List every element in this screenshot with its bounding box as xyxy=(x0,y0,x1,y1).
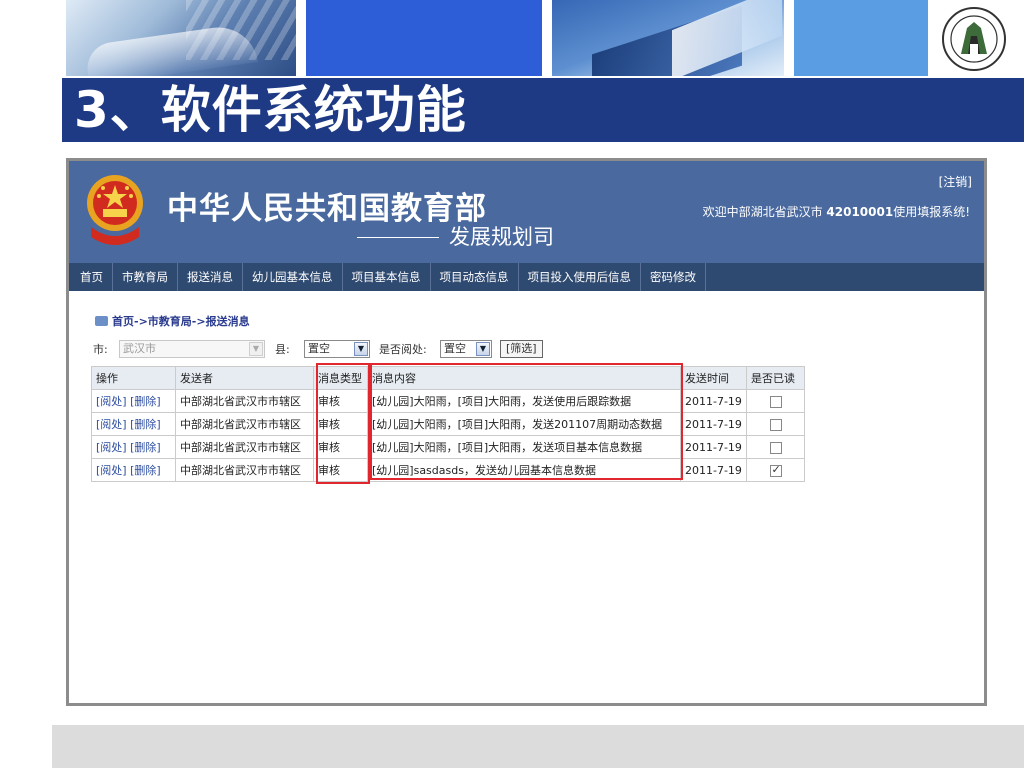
row-actions: [阅处] [删除] xyxy=(91,458,176,482)
content-cell: [幼儿园]大阳雨，[项目]大阳雨，发送使用后跟踪数据 xyxy=(367,389,681,413)
table-row: [阅处] [删除] 中部湖北省武汉市市辖区 审核 [幼儿园]sasdasds，发… xyxy=(91,458,805,482)
sender-cell: 中部湖北省武汉市市辖区 xyxy=(175,435,314,459)
table-row: [阅处] [删除] 中部湖北省武汉市市辖区 审核 [幼儿园]大阳雨，[项目]大阳… xyxy=(91,412,805,436)
col-header-type: 消息类型 xyxy=(313,366,368,390)
read-status-label: 是否阅处: xyxy=(379,343,427,356)
delete-link[interactable]: [删除] xyxy=(130,418,161,431)
col-header-sender: 发送者 xyxy=(175,366,314,390)
county-label: 县: xyxy=(275,343,290,356)
process-link[interactable]: [阅处] xyxy=(96,418,127,431)
nav-menu: 首页 市教育局 报送消息 幼儿园基本信息 项目基本信息 项目动态信息 项目投入使… xyxy=(69,263,706,291)
national-emblem-icon xyxy=(87,175,143,245)
breadcrumb[interactable]: 首页->市教育局->报送消息 xyxy=(95,313,250,329)
department-name: 发展规划司 xyxy=(449,225,554,249)
process-link[interactable]: [阅处] xyxy=(96,395,127,408)
university-seal-icon xyxy=(942,7,1006,71)
department-rule xyxy=(357,237,439,238)
delete-link[interactable]: [删除] xyxy=(130,441,161,454)
col-header-ops: 操作 xyxy=(91,366,176,390)
app-screenshot: 中华人民共和国教育部 发展规划司 [注销] 欢迎中部湖北省武汉市 4201000… xyxy=(66,158,987,706)
nav-item-city-bureau[interactable]: 市教育局 xyxy=(113,263,178,291)
table-row: [阅处] [删除] 中部湖北省武汉市市辖区 审核 [幼儿园]大阳雨，[项目]大阳… xyxy=(91,389,805,413)
type-cell: 审核 xyxy=(313,412,368,436)
chevron-down-icon: ▼ xyxy=(476,342,490,356)
building-photo xyxy=(552,0,784,76)
city-select[interactable]: 武汉市 ▼ xyxy=(119,340,265,358)
time-cell: 2011-7-19 xyxy=(680,435,747,459)
read-cell xyxy=(746,458,805,482)
time-cell: 2011-7-19 xyxy=(680,389,747,413)
keyboard-photo xyxy=(66,0,296,76)
nav-bar: 首页 市教育局 报送消息 幼儿园基本信息 项目基本信息 项目动态信息 项目投入使… xyxy=(69,263,984,291)
read-cell xyxy=(746,435,805,459)
read-checkbox[interactable] xyxy=(769,418,782,431)
welcome-text: 欢迎中部湖北省武汉市 42010001使用填报系统! xyxy=(702,205,970,219)
row-actions: [阅处] [删除] xyxy=(91,412,176,436)
row-actions: [阅处] [删除] xyxy=(91,435,176,459)
logout-link[interactable]: [注销] xyxy=(939,173,972,190)
bottom-band xyxy=(52,725,1024,768)
sender-cell: 中部湖北省武汉市市辖区 xyxy=(175,389,314,413)
read-checkbox[interactable] xyxy=(769,395,782,408)
sky-panel xyxy=(794,0,928,76)
sender-cell: 中部湖北省武汉市市辖区 xyxy=(175,412,314,436)
chevron-down-icon: ▼ xyxy=(354,342,368,356)
city-label: 市: xyxy=(93,343,108,356)
nav-item-project-info[interactable]: 项目基本信息 xyxy=(343,263,431,291)
slide-title: 3、软件系统功能 xyxy=(62,78,612,142)
table-row: [阅处] [删除] 中部湖北省武汉市市辖区 审核 [幼儿园]大阳雨，[项目]大阳… xyxy=(91,435,805,459)
county-select[interactable]: 置空 ▼ xyxy=(304,340,370,358)
sender-cell: 中部湖北省武汉市市辖区 xyxy=(175,458,314,482)
nav-item-password[interactable]: 密码修改 xyxy=(641,263,706,291)
nav-item-messages[interactable]: 报送消息 xyxy=(178,263,243,291)
col-header-content: 消息内容 xyxy=(367,366,681,390)
row-actions: [阅处] [删除] xyxy=(91,389,176,413)
process-link[interactable]: [阅处] xyxy=(96,441,127,454)
nav-item-kindergarten-info[interactable]: 幼儿园基本信息 xyxy=(243,263,343,291)
read-checkbox[interactable] xyxy=(769,463,782,477)
process-link[interactable]: [阅处] xyxy=(96,464,127,477)
content-cell: [幼儿园]sasdasds，发送幼儿园基本信息数据 xyxy=(367,458,681,482)
read-cell xyxy=(746,389,805,413)
chevron-down-icon: ▼ xyxy=(249,342,263,356)
type-cell: 审核 xyxy=(313,435,368,459)
delete-link[interactable]: [删除] xyxy=(130,395,161,408)
content-cell: [幼儿园]大阳雨，[项目]大阳雨，发送201107周期动态数据 xyxy=(367,412,681,436)
delete-link[interactable]: [删除] xyxy=(130,464,161,477)
nav-item-project-dynamics[interactable]: 项目动态信息 xyxy=(431,263,519,291)
content-cell: [幼儿园]大阳雨，[项目]大阳雨，发送项目基本信息数据 xyxy=(367,435,681,459)
time-cell: 2011-7-19 xyxy=(680,412,747,436)
nav-item-home[interactable]: 首页 xyxy=(69,263,113,291)
nav-item-project-post-use[interactable]: 项目投入使用后信息 xyxy=(519,263,641,291)
folder-icon xyxy=(95,316,108,326)
ministry-name: 中华人民共和国教育部 xyxy=(167,191,487,227)
col-header-time: 发送时间 xyxy=(680,366,747,390)
time-cell: 2011-7-19 xyxy=(680,458,747,482)
table-header-row: 操作 发送者 消息类型 消息内容 发送时间 是否已读 xyxy=(91,366,805,390)
slide: 3、软件系统功能 中华人民共和国教育部 发展规划司 [注销] 欢迎中部湖北省武汉… xyxy=(0,0,1024,768)
type-cell: 审核 xyxy=(313,389,368,413)
read-checkbox[interactable] xyxy=(769,441,782,454)
read-cell xyxy=(746,412,805,436)
blue-panel xyxy=(306,0,542,76)
col-header-read: 是否已读 xyxy=(746,366,805,390)
message-table: 操作 发送者 消息类型 消息内容 发送时间 是否已读 [阅处] [删除] 中部湖… xyxy=(91,366,805,482)
filter-button[interactable]: [筛选] xyxy=(500,340,543,358)
read-status-select[interactable]: 置空 ▼ xyxy=(440,340,492,358)
type-cell: 审核 xyxy=(313,458,368,482)
app-header: 中华人民共和国教育部 发展规划司 [注销] 欢迎中部湖北省武汉市 4201000… xyxy=(69,161,984,263)
